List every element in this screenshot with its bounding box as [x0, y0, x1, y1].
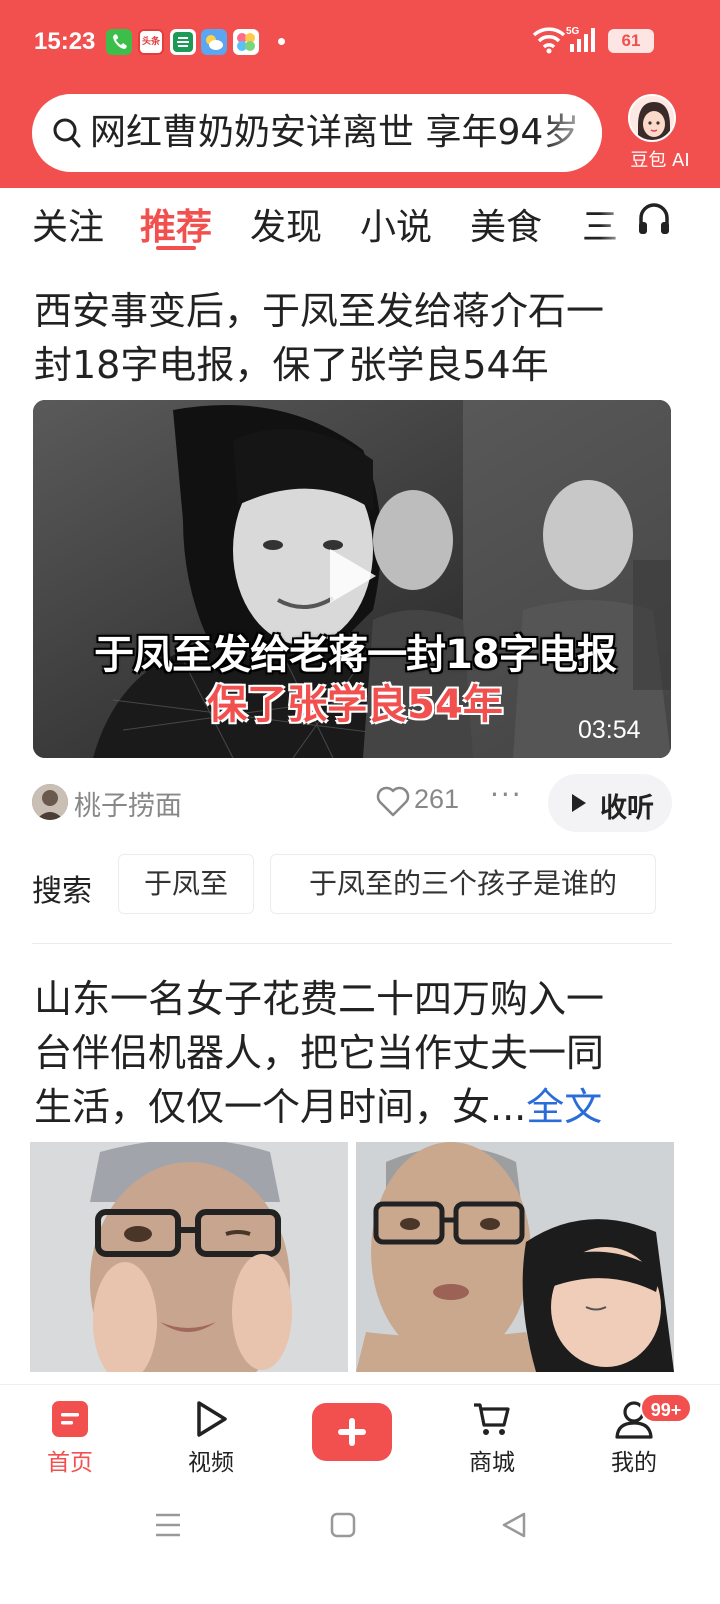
- tabs-fade: [600, 188, 640, 262]
- home-icon: [52, 1401, 88, 1437]
- heart-icon[interactable]: [376, 786, 410, 818]
- tab-food[interactable]: 美食: [470, 198, 542, 250]
- search-bar[interactable]: 网红曹奶奶安详离世 享年94岁: [32, 94, 602, 172]
- notification-badge: 99+: [640, 1393, 692, 1423]
- status-time: 15:23: [34, 28, 96, 55]
- article-meta-row: 桃子捞面 261 ··· 收听: [0, 774, 720, 832]
- gallery-icon: [233, 29, 259, 55]
- related-search-chip[interactable]: 于凤至的三个孩子是谁的: [270, 854, 656, 914]
- nav-home[interactable]: 首页: [10, 1385, 130, 1485]
- nav-label: 我的: [611, 1450, 657, 1476]
- headphone-icon[interactable]: [636, 200, 672, 240]
- article-title[interactable]: 山东一名女子花费二十四万购入一 台伴侣机器人，把它当作丈夫一同 生活，仅仅一个月…: [34, 972, 694, 1134]
- video-duration: 03:54: [578, 716, 641, 744]
- search-fade: [542, 94, 602, 172]
- nav-video[interactable]: 视频: [151, 1385, 271, 1485]
- related-search-label: 搜索: [32, 874, 92, 909]
- author-name[interactable]: 桃子捞面: [74, 784, 182, 823]
- article-title[interactable]: 西安事变后，于凤至发给蒋介石一 封18字电报，保了张学良54年: [34, 284, 604, 392]
- cellular-signal-icon: 5G: [566, 26, 595, 52]
- tab-recommended[interactable]: 推荐: [140, 198, 212, 250]
- add-icon: [338, 1418, 366, 1446]
- ai-label: 豆包 AI: [630, 150, 690, 171]
- nav-label: 商城: [469, 1450, 515, 1476]
- listen-label: 收听: [600, 793, 654, 824]
- video-icon: [197, 1401, 227, 1437]
- listen-button[interactable]: 收听: [548, 774, 672, 832]
- top-header: 15:23 头条 5G 61 网红曹奶奶安详离世 享年94岁 豆包 AI: [0, 0, 720, 188]
- article-title-line: 生活，仅仅一个月时间，女...全文: [34, 1080, 694, 1134]
- tab-novels[interactable]: 小说: [360, 198, 432, 250]
- active-tab-indicator: [156, 246, 196, 250]
- status-bar: 15:23 头条 5G 61: [0, 0, 720, 84]
- network-type: 5G: [566, 26, 580, 37]
- related-search-chip[interactable]: 于凤至: [118, 854, 254, 914]
- author-avatar[interactable]: [32, 784, 68, 820]
- like-count: 261: [414, 784, 460, 814]
- related-search-row: 搜索 于凤至 于凤至的三个孩子是谁的: [0, 854, 720, 916]
- add-button[interactable]: [312, 1403, 392, 1461]
- search-icon: [53, 118, 81, 148]
- video-caption-line2: 保了张学良54年: [207, 682, 503, 728]
- phone-icon: [106, 29, 132, 55]
- toutiao-icon: 头条: [138, 29, 164, 55]
- nav-mall[interactable]: 商城: [432, 1385, 552, 1485]
- home-button-icon[interactable]: [330, 1512, 356, 1538]
- channel-tabs: 关注 推荐 发现 小说 美食 三: [0, 188, 720, 262]
- bottom-navigation: 首页 视频 商城 我的 99+: [0, 1384, 720, 1494]
- weather-icon: [201, 29, 227, 55]
- bank-icon: [170, 29, 196, 55]
- wifi-icon: [532, 27, 566, 54]
- system-navigation-bar: [0, 1494, 720, 1604]
- full-text-link[interactable]: 全文: [526, 1085, 602, 1129]
- battery-indicator: 61: [608, 29, 654, 53]
- article-image-left[interactable]: [30, 1142, 348, 1372]
- article-title-line: 台伴侣机器人，把它当作丈夫一同: [34, 1031, 605, 1075]
- cart-icon: [474, 1403, 510, 1435]
- doubao-ai-button[interactable]: 豆包 AI: [620, 92, 714, 172]
- nav-label: 首页: [47, 1450, 93, 1476]
- notification-dot: [278, 38, 285, 45]
- ai-avatar: [628, 94, 676, 142]
- divider: [32, 943, 672, 944]
- more-options-icon[interactable]: ···: [490, 778, 523, 811]
- nav-label: 视频: [188, 1450, 234, 1476]
- play-icon[interactable]: [322, 545, 380, 607]
- tab-following[interactable]: 关注: [32, 198, 104, 250]
- article-title-line: 西安事变后，于凤至发给蒋介石一: [34, 289, 605, 333]
- back-icon[interactable]: [500, 1511, 528, 1539]
- article-title-text: 生活，仅仅一个月时间，女...: [34, 1085, 527, 1129]
- tab-discover[interactable]: 发现: [250, 198, 322, 250]
- article-title-line: 山东一名女子花费二十四万购入一: [34, 977, 605, 1021]
- article-image-right[interactable]: [356, 1142, 674, 1372]
- search-query[interactable]: 网红曹奶奶安详离世 享年94岁: [90, 106, 602, 160]
- menu-icon[interactable]: [154, 1512, 182, 1538]
- article-title-line: 封18字电报，保了张学良54年: [34, 343, 549, 387]
- listen-play-icon: [572, 794, 586, 812]
